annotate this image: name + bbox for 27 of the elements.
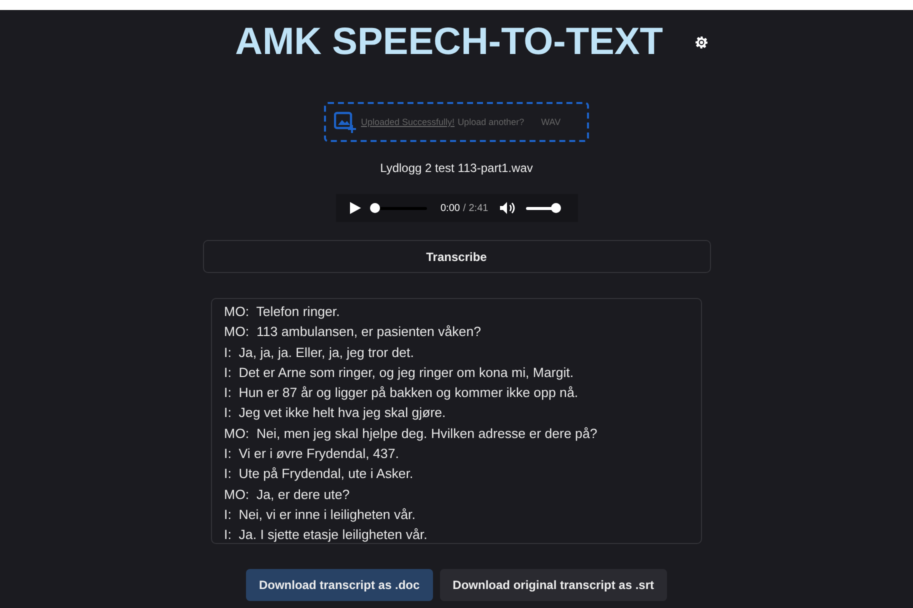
upload-prompt: Upload another? [458,117,524,127]
settings-icon[interactable] [694,36,708,48]
duration-time: 2:41 [468,202,488,214]
transcript-line: I: Vi er i øvre Frydendal, 437. [224,445,400,464]
transcript-textarea[interactable] [211,298,702,544]
current-time: 0:00 [440,202,460,214]
transcript-line: MO: 113 ambulansen, er pasienten våken? [224,323,482,342]
file-format-label: WAV [541,117,561,127]
volume-icon[interactable] [500,202,516,214]
download-button[interactable]: Download transcript as .doc [246,569,433,601]
file-name: Lydlogg 2 test 113-part1.wav [380,161,533,175]
transcript-line: I: Ja. I sjette etasje leiligheten vår. [224,526,428,543]
transcript-line: I: Jeg vet ikke helt hva jeg skal gjøre. [224,404,447,422]
transcript-line: I: Hun er 87 år og ligger på bakken og kommer ikke opp nå. [224,384,580,402]
image-add-icon [334,111,356,133]
transcript-line: MO: Telefon ringer. [224,303,341,321]
transcript-line: I: Det er Arne som ringer, og jeg ringer om kona mi, Margit. [224,364,575,382]
download-button[interactable]: Download original transcript as .srt [440,569,668,601]
transcript-line: MO: Nei, men jeg skal hjelpe deg. Hvilken adresse er dere på? [224,424,598,443]
transcript-line: I: Nei, vi er inne i leiligheten vår. [224,506,416,524]
transcript-line: MO: Ja, er dere ute? [224,486,351,504]
app-title: AMK SPEECH-TO-TEXT [235,20,663,64]
play-icon[interactable] [350,202,360,214]
transcribe-button[interactable]: Transcribe [202,240,710,273]
transcript-line: I: Ute på Frydendal, ute i Asker. [224,465,414,484]
time-separator: / [462,202,466,214]
transcript-line: I: Ja, ja, ja. Eller, ja, jeg tror det. [224,344,415,362]
